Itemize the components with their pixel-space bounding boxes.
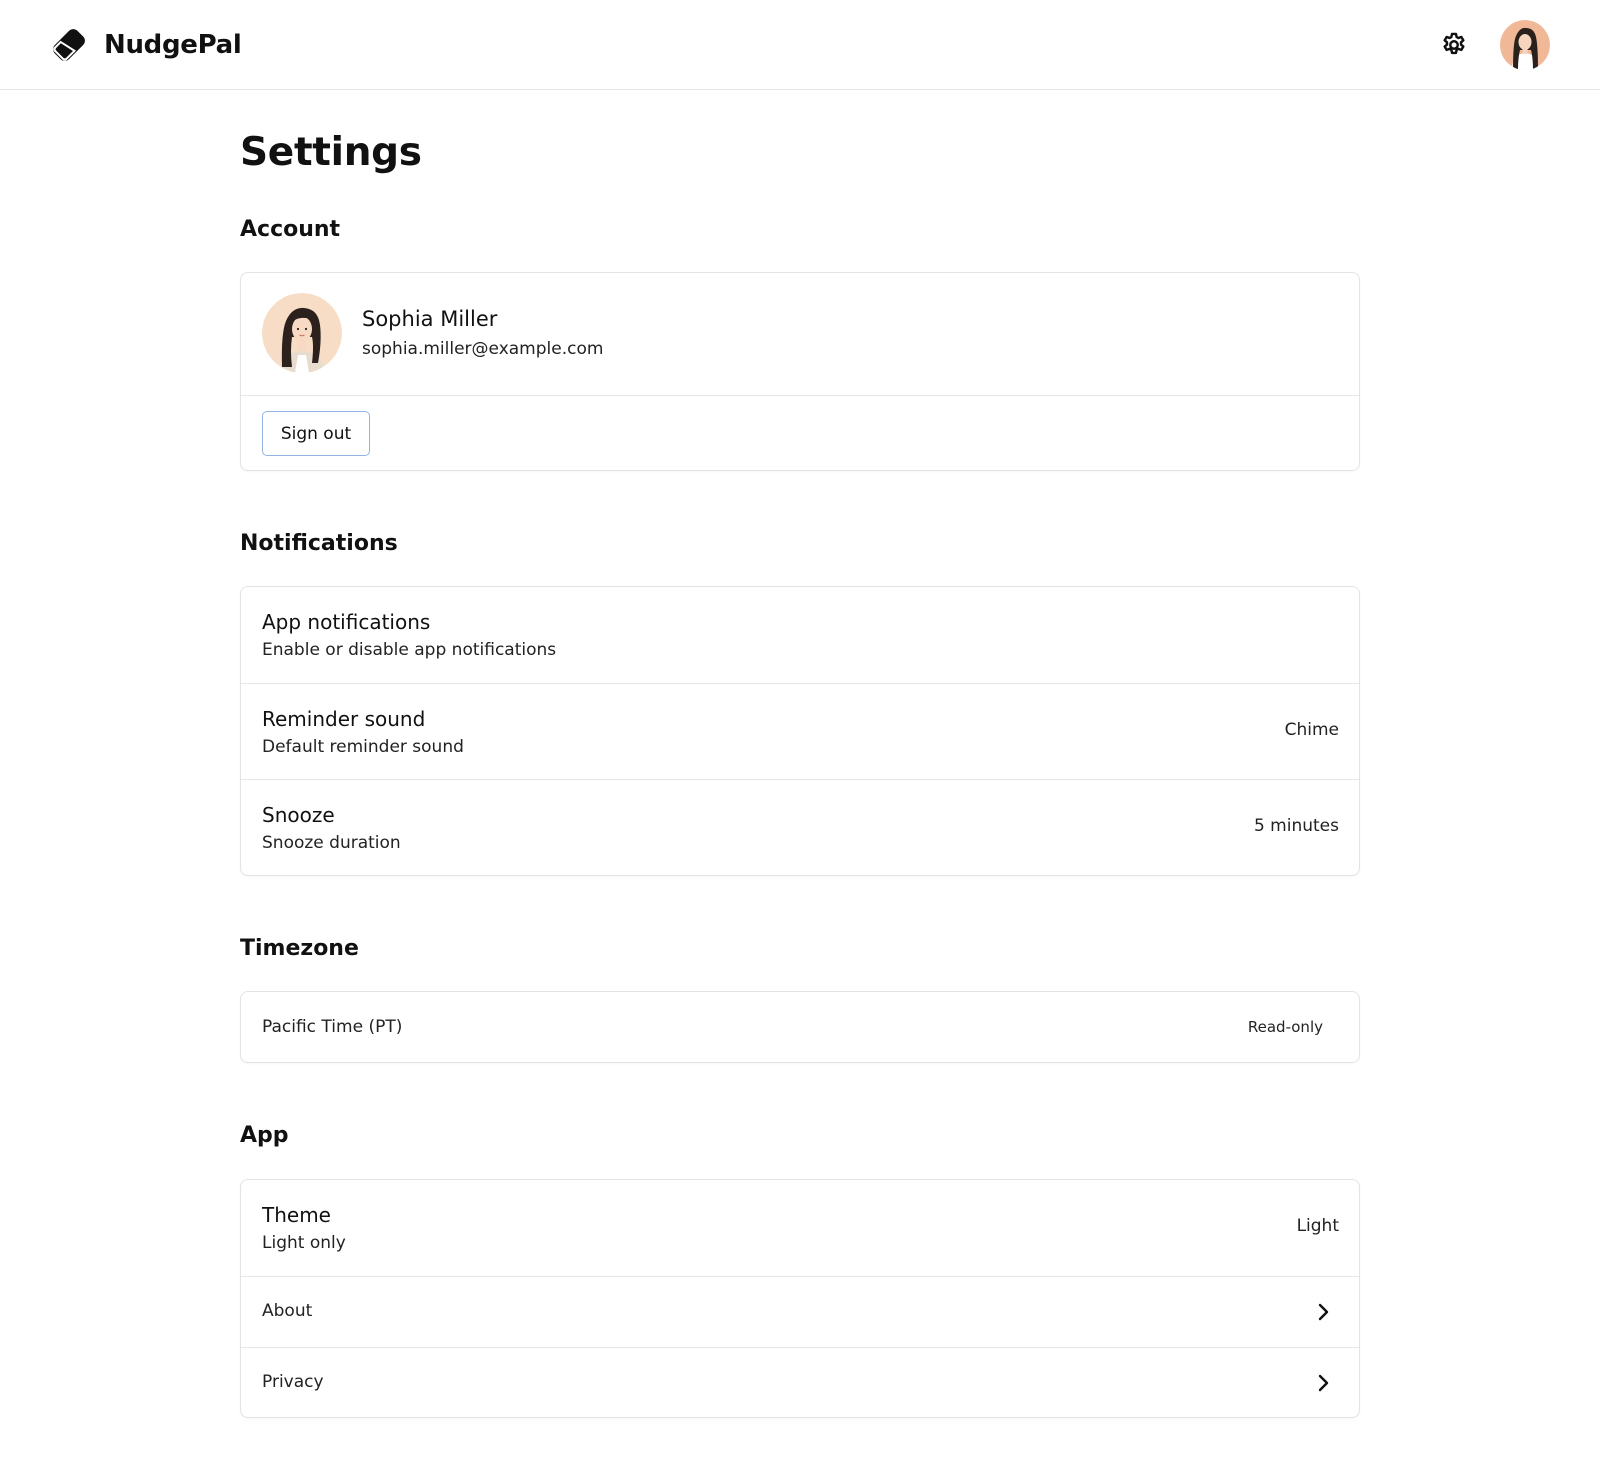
read-only-badge: Read-only [1247, 1018, 1323, 1036]
chevron-right-icon [1318, 1374, 1329, 1392]
setting-subtitle: Default reminder sound [262, 737, 464, 757]
section-heading-timezone: Timezone [240, 936, 359, 961]
notifications-card: App notifications Enable or disable app … [240, 586, 1360, 876]
setting-value: 5 minutes [1253, 816, 1339, 836]
top-bar: NudgePal [0, 0, 1600, 90]
setting-row-snooze[interactable]: Snooze Snooze duration 5 minutes [241, 779, 1359, 875]
setting-subtitle: Snooze duration [262, 833, 401, 853]
profile-avatar [262, 293, 342, 373]
section-heading-app: App [240, 1123, 289, 1148]
chevron-right-icon [1318, 1303, 1329, 1321]
link-label: About [262, 1301, 313, 1321]
timezone-card: Pacific Time (PT) Read-only [240, 991, 1360, 1063]
setting-title: Theme [262, 1203, 331, 1227]
account-email: sophia.miller@example.com [362, 339, 604, 359]
setting-row-app-notifications[interactable]: App notifications Enable or disable app … [241, 587, 1359, 683]
app-card: Theme Light only Light About Privacy [240, 1179, 1360, 1418]
account-card: Sophia Miller sophia.miller@example.com … [240, 272, 1360, 471]
setting-value: Chime [1284, 720, 1339, 740]
profile-illustration [262, 293, 342, 373]
setting-title: Reminder sound [262, 707, 426, 731]
setting-row-reminder-sound[interactable]: Reminder sound Default reminder sound Ch… [241, 683, 1359, 779]
section-heading-account: Account [240, 217, 341, 242]
app-name: NudgePal [104, 30, 242, 60]
setting-subtitle: Light only [262, 1233, 346, 1253]
setting-title: Snooze [262, 803, 335, 827]
page-title: Settings [240, 130, 422, 175]
link-row-privacy[interactable]: Privacy [241, 1347, 1359, 1417]
user-avatar[interactable] [1500, 20, 1550, 70]
app-logo-icon [53, 29, 85, 61]
setting-subtitle: Enable or disable app notifications [262, 640, 557, 660]
account-profile-row: Sophia Miller sophia.miller@example.com [241, 273, 1359, 395]
avatar-illustration [1500, 20, 1550, 70]
setting-title: App notifications [262, 610, 431, 634]
setting-row-theme[interactable]: Theme Light only Light [241, 1180, 1359, 1276]
account-actions-row: Sign out [241, 395, 1359, 470]
gear-icon[interactable] [1440, 31, 1468, 59]
timezone-row: Pacific Time (PT) Read-only [241, 992, 1359, 1062]
sign-out-button[interactable]: Sign out [262, 411, 370, 456]
account-name: Sophia Miller [362, 307, 498, 331]
timezone-value: Pacific Time (PT) [262, 1017, 403, 1037]
setting-value: Light [1296, 1216, 1339, 1236]
brand[interactable]: NudgePal [50, 26, 242, 64]
link-label: Privacy [262, 1372, 324, 1392]
section-heading-notifications: Notifications [240, 531, 398, 556]
link-row-about[interactable]: About [241, 1276, 1359, 1347]
